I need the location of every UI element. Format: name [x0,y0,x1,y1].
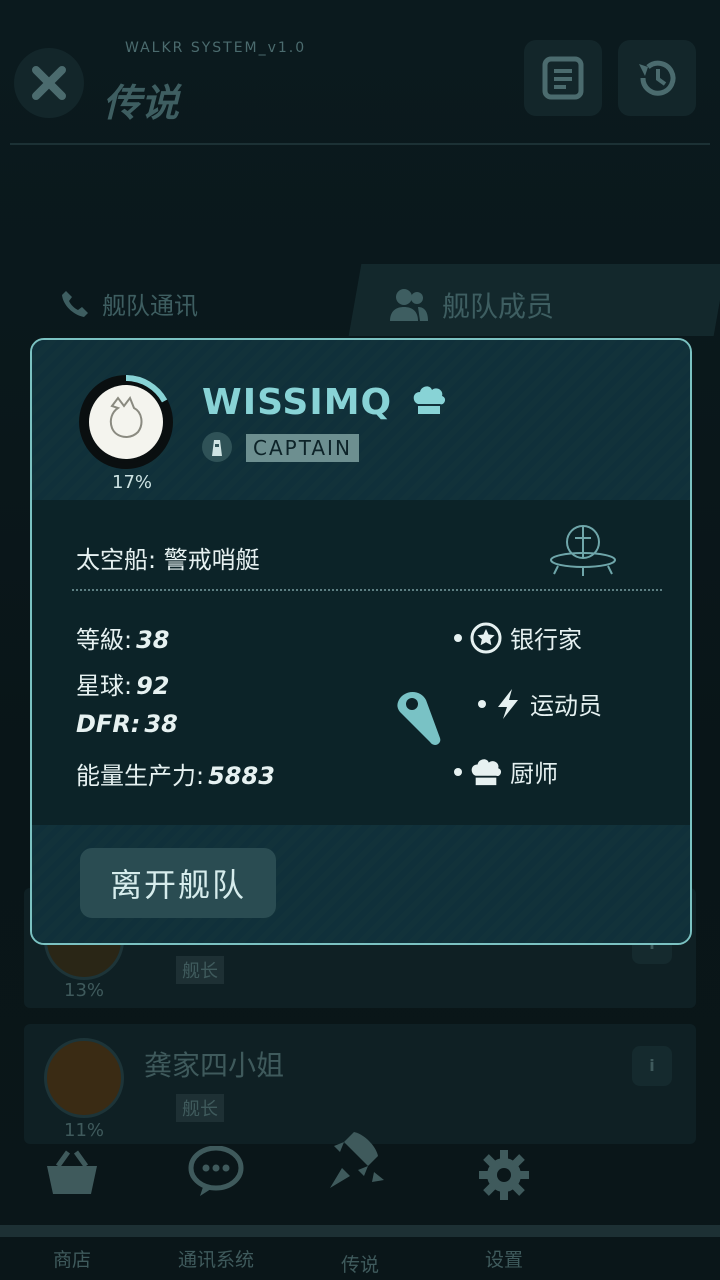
spaceship-info: 太空船: 警戒哨艇 [76,540,260,575]
member-detail-dialog: 17% WISSIMQ CAPTAIN 太空船: 警戒哨艇 等級: 38 星球: 9… [30,338,692,945]
tab-label: 舰队通讯 [102,291,198,320]
rank-badge: 舰长 [176,956,224,984]
spaceship-label: 太空船: [76,546,157,574]
members-icon [390,289,428,321]
progress-percent: 13% [64,980,105,1001]
nav-label: 传说 [340,1254,379,1276]
tab-fleet-comms[interactable]: 舰队通讯 [60,268,198,338]
avatar[interactable] [86,380,172,466]
header-divider [10,143,710,145]
tab-label: 舰队成员 [442,290,555,323]
stat-label: 星球: [76,672,133,700]
stat-label: 等級: [76,626,133,654]
stat-planets: 星球: 92 [76,666,170,701]
bullet [454,767,462,776]
system-label: WALKR SYSTEM_v1.0 [125,40,307,56]
history-button[interactable] [618,40,696,116]
rank-badge: 舰长 [176,1094,224,1122]
close-icon [32,66,66,100]
leave-fleet-button[interactable]: 离开舰队 [80,848,276,918]
document-icon [542,56,584,100]
progress-percent: 11% [64,1120,105,1141]
stat-dfr: DFR: 38 [76,710,178,738]
chef-hat-icon [413,386,445,414]
stat-label: 能量生产力: [76,762,205,790]
location-pin-icon [397,691,441,745]
stat-value: 5883 [208,762,275,790]
gear-icon [479,1150,529,1200]
spaceship-icon [550,525,616,576]
chef-hat-icon [471,758,502,785]
role-badge: CAPTAIN [246,434,359,462]
log-button[interactable] [524,40,602,116]
basket-icon [47,1150,97,1194]
stat-value: 38 [144,710,178,738]
bullet [478,699,486,708]
role-label: 运动员 [530,692,602,720]
history-icon [639,60,676,96]
star-coin-icon [470,622,502,653]
nav-settings[interactable] [444,1148,564,1206]
nav-label: 商店 [52,1249,91,1271]
nav-bar [0,1225,720,1237]
close-button[interactable] [14,48,84,118]
bottom-nav: 商店 通讯系统 传说 设置 [0,1132,720,1280]
nav-shop[interactable] [12,1148,132,1202]
section-divider [72,589,662,591]
bullet [454,633,462,642]
stat-value: 38 [136,626,170,654]
member-name: 龚家四小姐 [144,1049,285,1082]
top-bar: WALKR SYSTEM_v1.0 传说 [0,0,720,145]
stat-label: DFR: [76,710,141,738]
stat-energy: 能量生产力: 5883 [76,756,275,791]
page-title: 传说 [103,81,180,125]
progress-percent: 17% [112,472,153,493]
role-banker: 银行家 [454,620,582,655]
phone-icon [62,291,88,317]
nav-label: 通讯系统 [177,1249,254,1271]
avatar [44,1038,124,1118]
list-item[interactable]: 龚家四小姐 舰长 11% i [24,1024,696,1144]
role-label: 银行家 [510,626,582,654]
lighthouse-icon [202,432,232,462]
rocket-icon [330,1132,384,1188]
chat-icon [188,1145,244,1196]
nav-legend[interactable] [300,1128,420,1200]
role-label: 厨师 [510,760,558,788]
player-name-text: WISSIMQ [202,382,393,423]
stat-level: 等級: 38 [76,620,170,655]
spaceship-value: 警戒哨艇 [163,546,260,574]
stat-value: 92 [136,672,170,700]
nav-label: 设置 [484,1249,523,1271]
tab-fleet-members[interactable]: 舰队成员 [388,270,554,340]
nav-chat[interactable] [156,1145,276,1202]
player-name: WISSIMQ [202,382,446,423]
lightning-icon [498,688,518,719]
info-button[interactable]: i [632,1046,672,1086]
role-athlete: 运动员 [478,686,602,721]
role-chef: 厨师 [454,754,558,789]
